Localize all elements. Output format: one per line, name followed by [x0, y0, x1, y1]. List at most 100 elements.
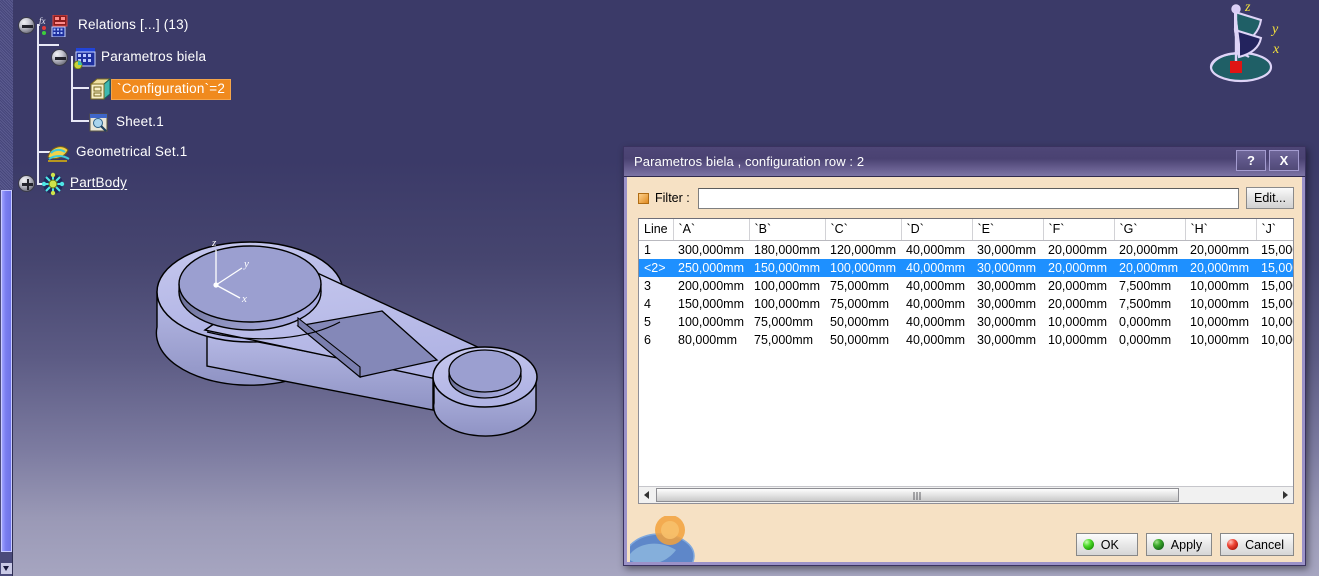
column-header[interactable]: `C`	[825, 219, 902, 241]
table-cell[interactable]: 10,000mm	[1185, 313, 1256, 331]
table-cell[interactable]: 30,000mm	[972, 259, 1043, 277]
table-cell[interactable]: 15,000mm	[1256, 277, 1293, 295]
table-cell[interactable]: 10,000mm	[1185, 295, 1256, 313]
table-cell[interactable]: 250,000mm	[673, 259, 749, 277]
ok-button[interactable]: OK	[1075, 533, 1138, 556]
table-cell[interactable]: 100,000mm	[749, 277, 825, 295]
table-row[interactable]: 4 150,000mm 100,000mm 75,000mm 40,000mm 30,00…	[639, 295, 1293, 313]
navigation-compass[interactable]: z y x	[1199, 0, 1291, 90]
table-cell[interactable]: 300,000mm	[673, 241, 749, 260]
table-cell-line[interactable]: <2>	[639, 259, 673, 277]
table-cell[interactable]: 10,000mm	[1256, 331, 1293, 349]
column-header[interactable]: `H`	[1185, 219, 1257, 241]
table-cell[interactable]: 30,000mm	[972, 277, 1043, 295]
help-button[interactable]: ?	[1236, 150, 1266, 171]
table-cell[interactable]: 15,000mm	[1256, 259, 1293, 277]
table-cell[interactable]: 10,000mm	[1043, 331, 1114, 349]
table-cell[interactable]: 30,000mm	[972, 331, 1043, 349]
table-row[interactable]: <2> 250,000mm 150,000mm 100,000mm 40,000mm 30…	[639, 259, 1293, 277]
scroll-down-arrow-icon[interactable]	[1, 563, 12, 574]
table-cell[interactable]: 150,000mm	[749, 259, 825, 277]
column-header[interactable]: `A`	[673, 219, 750, 241]
table-row[interactable]: 6 80,000mm 75,000mm 50,000mm 40,000mm 30,000m…	[639, 331, 1293, 349]
table-row[interactable]: 1 300,000mm 180,000mm 120,000mm 40,000mm 30,0…	[639, 241, 1293, 260]
table-cell-line[interactable]: 4	[639, 295, 673, 313]
table-cell[interactable]: 7,500mm	[1114, 295, 1185, 313]
table-cell[interactable]: 30,000mm	[972, 295, 1043, 313]
table-cell[interactable]: 20,000mm	[1043, 241, 1114, 260]
table-cell-line[interactable]: 6	[639, 331, 673, 349]
collapse-handle-icon[interactable]	[18, 16, 35, 34]
table-cell-line[interactable]: 5	[639, 313, 673, 331]
expand-handle-icon[interactable]	[18, 174, 35, 192]
scroll-left-arrow-icon[interactable]	[639, 487, 655, 503]
tree-node-configuration[interactable]: `Configuration`=2	[87, 77, 232, 101]
table-cell[interactable]: 120,000mm	[825, 241, 901, 260]
table-cell-line[interactable]: 3	[639, 277, 673, 295]
table-horizontal-scrollbar[interactable]	[639, 486, 1293, 503]
table-cell[interactable]: 30,000mm	[972, 313, 1043, 331]
table-cell[interactable]: 20,000mm	[1043, 295, 1114, 313]
table-cell[interactable]: 100,000mm	[825, 259, 901, 277]
table-cell[interactable]: 40,000mm	[901, 313, 972, 331]
table-cell[interactable]: 10,000mm	[1043, 313, 1114, 331]
table-cell[interactable]: 40,000mm	[901, 259, 972, 277]
tree-node-geometrical-set[interactable]: Geometrical Set.1	[45, 140, 192, 164]
table-cell[interactable]: 20,000mm	[1043, 277, 1114, 295]
table-cell[interactable]: 40,000mm	[901, 331, 972, 349]
table-cell[interactable]: 30,000mm	[972, 241, 1043, 260]
table-cell[interactable]: 10,000mm	[1185, 331, 1256, 349]
column-header[interactable]: `B`	[749, 219, 826, 241]
table-row[interactable]: 3 200,000mm 100,000mm 75,000mm 40,000mm 30,00…	[639, 277, 1293, 295]
table-cell[interactable]: 150,000mm	[673, 295, 749, 313]
horizontal-scrollbar-thumb[interactable]	[656, 488, 1179, 502]
table-cell[interactable]: 75,000mm	[749, 331, 825, 349]
collapse-handle-icon[interactable]	[51, 48, 68, 66]
tree-node-relations[interactable]: fx Relations [...] (13)	[18, 13, 194, 38]
column-header[interactable]: `G`	[1114, 219, 1186, 241]
filter-input[interactable]	[697, 187, 1239, 209]
table-cell[interactable]: 0,000mm	[1114, 331, 1185, 349]
table-cell[interactable]: 20,000mm	[1114, 241, 1185, 260]
table-cell[interactable]: 20,000mm	[1185, 259, 1256, 277]
table-cell[interactable]: 75,000mm	[825, 277, 901, 295]
scrollbar-thumb[interactable]	[1, 190, 12, 552]
column-header[interactable]: `F`	[1043, 219, 1115, 241]
table-cell[interactable]: 40,000mm	[901, 277, 972, 295]
table-cell[interactable]: 20,000mm	[1114, 259, 1185, 277]
column-header[interactable]: `E`	[972, 219, 1044, 241]
table-cell[interactable]: 180,000mm	[749, 241, 825, 260]
table-row[interactable]: 5 100,000mm 75,000mm 50,000mm 40,000mm 30,000…	[639, 313, 1293, 331]
table-cell[interactable]: 80,000mm	[673, 331, 749, 349]
table-cell[interactable]: 100,000mm	[673, 313, 749, 331]
table-cell-line[interactable]: 1	[639, 241, 673, 260]
tree-node-partbody[interactable]: PartBody	[18, 171, 132, 196]
column-header[interactable]: `D`	[901, 219, 973, 241]
configuration-table[interactable]: Line `A` `B` `C` `D` `E` `F` `G` `H` `J`	[638, 218, 1294, 504]
table-cell[interactable]: 40,000mm	[901, 295, 972, 313]
table-cell[interactable]: 10,000mm	[1256, 313, 1293, 331]
design-table-dialog[interactable]: Parametros biela , configuration row : 2…	[623, 146, 1306, 566]
column-header[interactable]: `J`	[1256, 219, 1293, 241]
dialog-titlebar[interactable]: Parametros biela , configuration row : 2…	[624, 147, 1305, 177]
table-cell[interactable]: 0,000mm	[1114, 313, 1185, 331]
scrollbar-track[interactable]	[0, 0, 13, 190]
column-header[interactable]: Line	[639, 219, 674, 241]
part-3d-model[interactable]: z y x	[150, 210, 580, 450]
table-cell[interactable]: 10,000mm	[1185, 277, 1256, 295]
tree-vertical-scrollbar[interactable]	[0, 0, 13, 576]
table-cell[interactable]: 50,000mm	[825, 331, 901, 349]
scroll-right-arrow-icon[interactable]	[1277, 487, 1293, 503]
table-cell[interactable]: 200,000mm	[673, 277, 749, 295]
tree-node-sheet[interactable]: Sheet.1	[87, 110, 169, 134]
table-cell[interactable]: 50,000mm	[825, 313, 901, 331]
cancel-button[interactable]: Cancel	[1220, 533, 1294, 556]
table-cell[interactable]: 40,000mm	[901, 241, 972, 260]
apply-button[interactable]: Apply	[1145, 533, 1213, 556]
table-cell[interactable]: 75,000mm	[749, 313, 825, 331]
tree-node-design-table[interactable]: Parametros biela	[51, 45, 211, 70]
edit-button[interactable]: Edit...	[1246, 187, 1294, 209]
table-cell[interactable]: 15,000mm	[1256, 241, 1293, 260]
table-cell[interactable]: 7,500mm	[1114, 277, 1185, 295]
table-cell[interactable]: 75,000mm	[825, 295, 901, 313]
